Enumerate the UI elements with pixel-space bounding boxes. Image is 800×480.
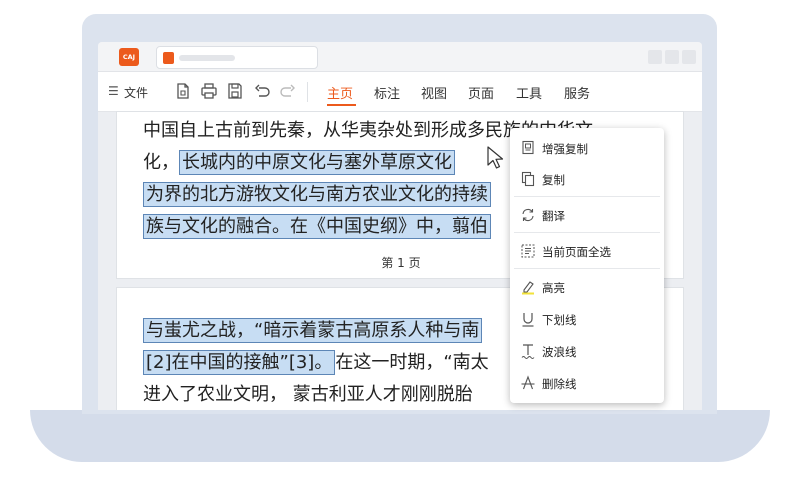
menu-item-underline[interactable]: 下划线 [510,305,664,333]
menu-item-enhanced-copy[interactable]: 增强复制 [510,134,664,162]
menu-item-label: 当前页面全选 [542,245,611,259]
close-button[interactable] [682,50,696,64]
menu-item-label: 波浪线 [542,345,577,359]
tab-annotate[interactable]: 标注 [374,83,400,102]
title-bar: CAJ [98,42,702,72]
maximize-button[interactable] [665,50,679,64]
open-file-icon[interactable] [174,82,192,100]
menu-item-label: 复制 [542,173,565,187]
toolbar: ☰ 文件 主页 标注 视图 页面 工具 服务 [98,72,702,112]
app-logo-icon: CAJ [119,48,139,66]
menu-divider [514,268,660,269]
selected-text[interactable]: 长城内的中原文化与塞外草原文化 [179,150,455,175]
wavy-line-icon [520,343,536,359]
mouse-cursor-icon [486,146,506,170]
menu-item-label: 高亮 [542,281,565,295]
menu-item-wavy-line[interactable]: 波浪线 [510,337,664,365]
active-tab-indicator [327,104,356,106]
laptop-base [30,410,770,462]
context-menu: 增强复制 复制 翻译 当前页面全选 高亮 下划线 波浪线 删除线 [510,128,664,403]
save-icon[interactable] [226,82,244,100]
text-fragment: 化， [143,152,179,173]
select-all-icon [520,243,536,259]
redo-icon[interactable] [279,82,297,100]
menu-item-label: 删除线 [542,377,577,391]
menu-item-label: 翻译 [542,209,565,223]
enhanced-copy-icon [520,140,536,156]
tab-services[interactable]: 服务 [564,83,590,102]
menu-divider [514,232,660,233]
text-line[interactable]: 族与文化的融合。在《中国史纲》中，翦伯 [143,212,491,239]
toolbar-divider [307,82,308,102]
document-tab[interactable] [156,46,318,69]
print-icon[interactable] [200,82,218,100]
copy-icon [520,171,536,187]
tab-tools[interactable]: 工具 [516,83,542,102]
menu-icon[interactable]: ☰ [108,84,119,98]
menu-item-select-all[interactable]: 当前页面全选 [510,237,664,265]
text-line[interactable]: 化， 长城内的中原文化与塞外草原文化 [143,148,455,175]
selected-text[interactable]: 为界的北方游牧文化与南方农业文化的持续 [143,182,491,207]
file-menu[interactable]: 文件 [124,84,148,101]
text-line[interactable]: 为界的北方游牧文化与南方农业文化的持续 [143,180,491,207]
menu-item-label: 增强复制 [542,142,588,156]
highlight-icon [520,279,536,295]
text-line[interactable]: 与蚩尤之战，“暗示着蒙古高原系人种与南 [143,316,483,343]
translate-icon [520,207,536,223]
strikethrough-icon [520,375,536,391]
menu-item-copy[interactable]: 复制 [510,165,664,193]
text-line[interactable]: 进入了农业文明， 蒙古利亚人才刚刚脱胎 [143,380,473,406]
selected-text[interactable]: 与蚩尤之战，“暗示着蒙古高原系人种与南 [143,318,483,343]
tab-view[interactable]: 视图 [421,83,447,102]
tab-page[interactable]: 页面 [468,83,494,102]
underline-icon [520,311,536,327]
selected-text[interactable]: 族与文化的融合。在《中国史纲》中，翦伯 [143,214,491,239]
minimize-button[interactable] [648,50,662,64]
text-line[interactable]: [2]在中国的接触”[3]。 在这一时期，“南太 [143,348,489,375]
undo-icon[interactable] [253,82,271,100]
tab-home[interactable]: 主页 [327,83,353,102]
selected-text[interactable]: [2]在中国的接触”[3]。 [143,350,336,375]
menu-item-label: 下划线 [542,313,577,327]
menu-divider [514,196,660,197]
menu-item-highlight[interactable]: 高亮 [510,273,664,301]
menu-item-strikethrough[interactable]: 删除线 [510,369,664,397]
menu-item-translate[interactable]: 翻译 [510,201,664,229]
text-fragment: 在这一时期，“南太 [335,352,489,373]
document-file-icon [163,52,174,64]
document-tab-title [179,55,235,61]
